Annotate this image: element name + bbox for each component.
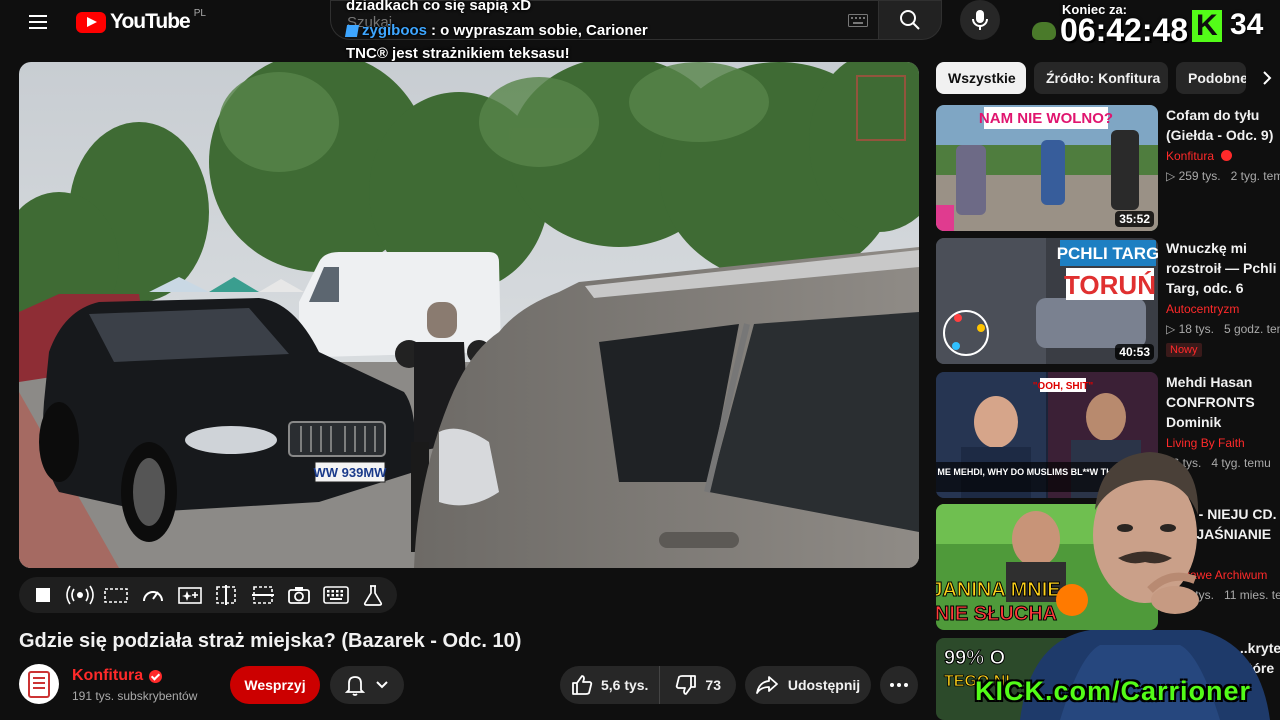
verified-badge-icon [1221,150,1233,161]
thumbs-down-icon [675,674,697,696]
view-count: 18 tys. [1178,322,1214,336]
channel-name[interactable]: Konfitura [72,667,163,685]
thumbnail-text: TORUŃ [1064,270,1156,300]
like-count: 5,6 tys. [600,677,649,693]
recommendation-channel: Konfitura [1166,149,1233,163]
youtube-play-icon [76,11,106,33]
recommendation-meta: ▷ 18 tys. 5 godz. temu [1166,322,1280,336]
country-code: PL [193,7,206,19]
chat-username: zygiboos [362,22,428,39]
upload-age: 2 tyg. temu [1230,169,1280,183]
player-controls-bar [19,577,397,613]
view-count: 259 tys. [1178,169,1221,183]
like-button[interactable]: 5,6 tys. [560,666,661,704]
recommendation-meta: ▷ 259 tys. 2 tyg. temu [1166,169,1280,183]
share-button[interactable]: Udostępnij [745,666,871,704]
voice-search-button[interactable] [960,0,1000,40]
thumbnail-text: PCHLI TARG [1057,244,1158,263]
notifications-button[interactable] [330,666,404,704]
kick-logo-icon [1192,9,1222,43]
license-plate: WW 939MW [314,465,388,480]
speed-gauge-icon[interactable] [139,581,167,609]
recommendation-title: Cofam do tyłu (Giełda - Odc. 9) [1166,107,1274,143]
recommendation-item[interactable]: PCHLI TARG TORUŃ 40:53 Wnuczkę mi rozstr… [936,238,1280,364]
thumbnail-text: 99% O [944,647,1005,669]
recommendation-title: Mehdi Hasan CONFRONTS Dominik Tarczyński [1166,374,1255,430]
split-view-icon[interactable] [212,581,240,609]
dislike-button[interactable]: 73 [660,666,736,704]
chat-badge-icon [344,24,360,37]
live-broadcast-icon[interactable] [66,581,94,609]
search-icon [899,9,921,31]
channel-label: Konfitura [1166,149,1215,163]
more-horizontal-icon [890,683,908,687]
share-arrow-icon [755,675,778,695]
like-dislike-group: 5,6 tys. 73 [560,666,736,704]
search-button[interactable] [878,0,942,40]
stream-timer: 06:42:48 [1060,12,1189,48]
kick-viewer-count: 34 [1230,8,1264,41]
bell-icon [345,674,365,696]
chevron-right-icon[interactable] [1254,64,1280,92]
play-count-icon: ▷ [1166,169,1176,183]
keyboard-icon[interactable] [322,581,350,609]
chip-source[interactable]: Źródło: Konfitura [1034,62,1168,94]
duration-badge: 35:52 [1115,211,1154,227]
microphone-icon [971,9,989,31]
flask-icon[interactable] [359,581,387,609]
thumbnail-text: "OOH, SHIT" [1033,381,1094,392]
chat-message: dziadkach co się sapią xD [346,0,532,14]
menu-icon[interactable] [26,10,52,34]
verified-badge-icon [149,669,163,683]
recommendation-channel: Autocentryzm [1166,302,1240,316]
kick-channel-banner: KICK.com/Carrioner [975,676,1252,706]
youtube-logo[interactable]: YouTube PL [76,7,206,34]
chip-all[interactable]: Wszystkie [936,62,1026,94]
chat-message: zygiboos : o wypraszam sobie, Carioner [344,22,648,39]
camera-icon[interactable] [285,581,313,609]
upload-age: 5 godz. temu [1223,322,1280,336]
play-count-icon: ▷ [1166,322,1176,336]
keyboard-icon[interactable] [848,14,868,27]
recommendation-item[interactable]: NAM NIE WOLNO? 35:52 Cofam do tyłu (Gieł… [936,105,1280,231]
chevron-down-icon [375,680,389,690]
avatar[interactable] [19,664,59,704]
subscriber-count: 191 tys. subskrybentów [72,689,198,703]
duration-badge: 40:53 [1115,344,1154,360]
support-button[interactable]: Wesprzyj [230,666,320,704]
sparkle-add-icon[interactable] [176,581,204,609]
video-player[interactable]: WW 939MW [19,62,919,568]
share-label: Udostępnij [787,677,861,693]
video-title: Gdzie się podziała straż miejska? (Bazar… [19,630,522,652]
channel-name-text: Konfitura [72,667,144,684]
thumbs-up-icon [571,674,593,696]
logo-text: YouTube [110,10,191,33]
chat-message: TNC® jest strażnikiem teksasu! [346,45,570,62]
dislike-count: 73 [705,677,721,693]
chat-text: : o wypraszam sobie, Carioner [431,22,648,39]
thumbnail-text: NAM NIE WOLNO? [979,110,1113,127]
chip-related[interactable]: Podobne [1176,62,1246,94]
miniplayer-icon[interactable] [249,581,277,609]
recommendation-title: Wnuczkę mi rozstroił — Pchli Targ, odc. … [1166,240,1277,296]
frog-emote-icon [1032,22,1056,40]
stop-icon[interactable] [29,581,57,609]
new-badge: Nowy [1166,343,1202,357]
captions-frame-icon[interactable] [102,581,130,609]
more-actions-button[interactable] [880,666,918,704]
